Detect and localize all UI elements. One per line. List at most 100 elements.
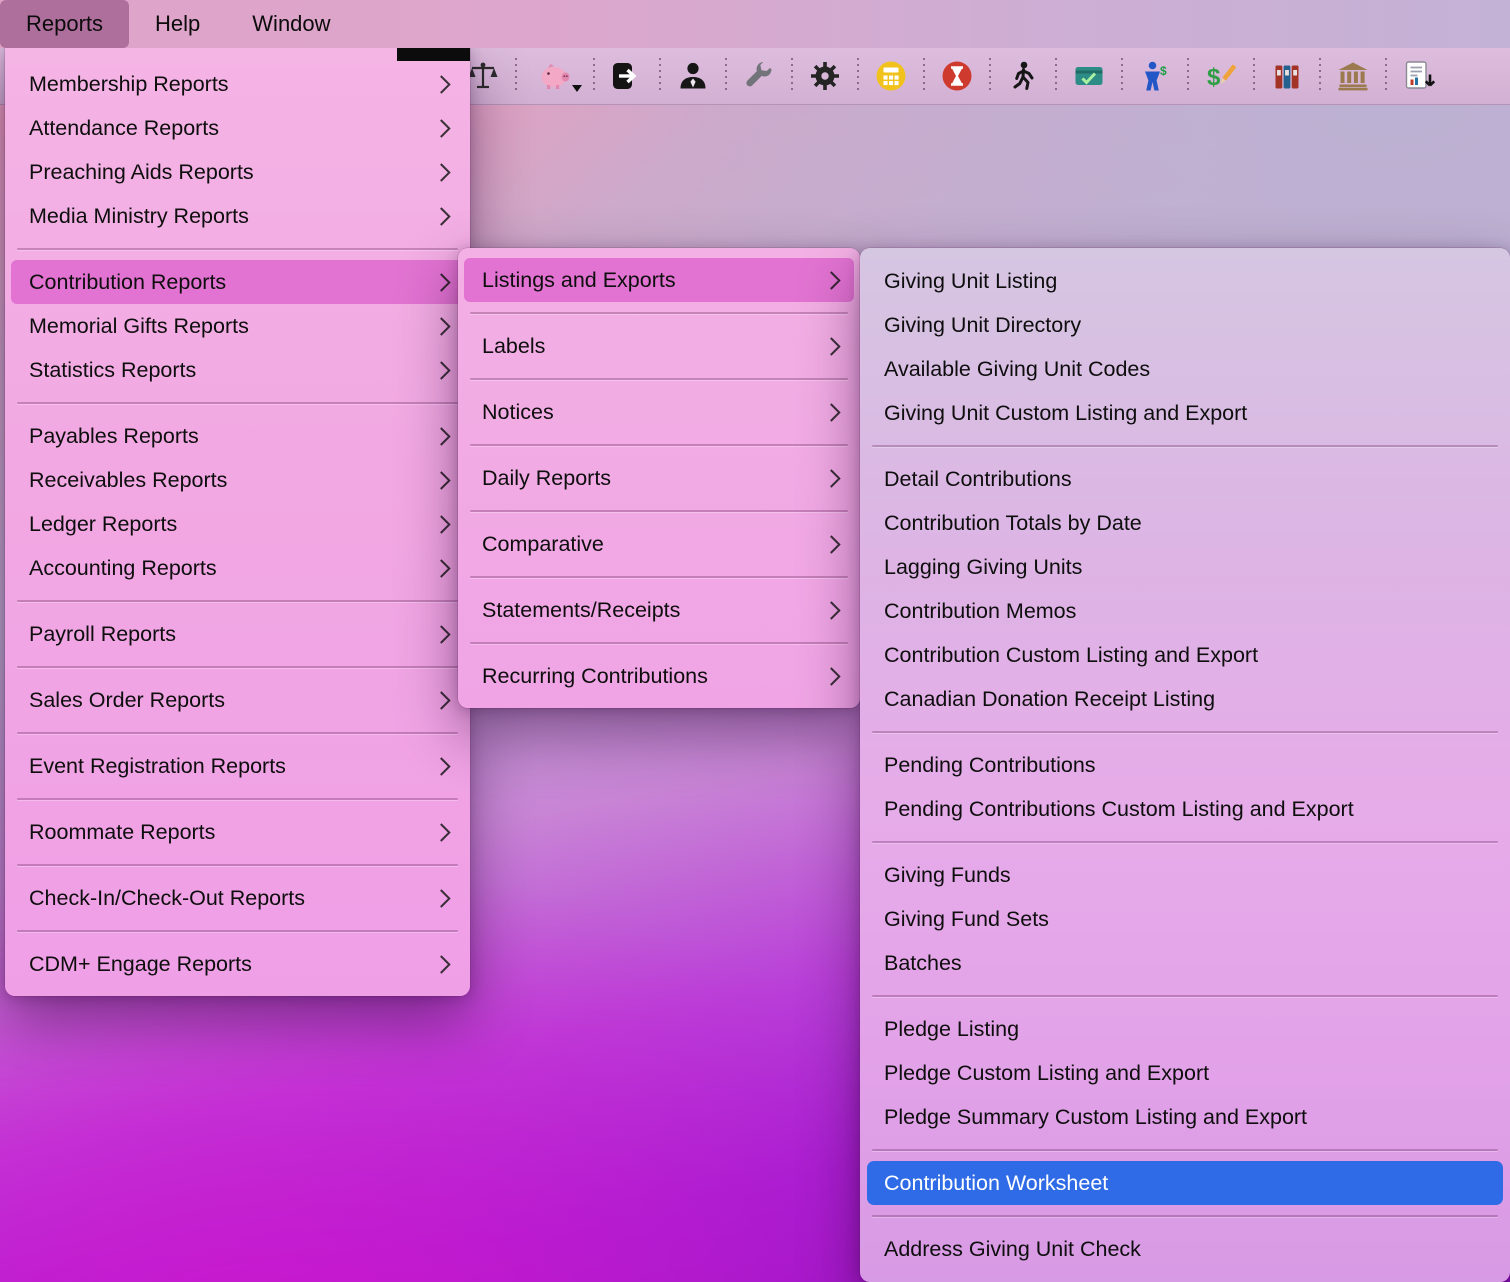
toolbar-button-walking-person[interactable] [998,53,1048,99]
menu-item-label: Batches [884,951,962,976]
menu-item-batches[interactable]: Batches [860,941,1510,985]
menu-item-label: Address Giving Unit Check [884,1237,1141,1262]
dollar-pencil-icon: $ [1205,60,1237,92]
menu-item-pledge-custom-listing-and-export[interactable]: Pledge Custom Listing and Export [860,1051,1510,1095]
menu-item-contribution-custom-listing-and-export[interactable]: Contribution Custom Listing and Export [860,633,1510,677]
menu-item-giving-fund-sets[interactable]: Giving Fund Sets [860,897,1510,941]
toolbar-button-person-dollar[interactable]: $ [1130,53,1180,99]
toolbar-divider [593,58,595,94]
toolbar-button-exit[interactable] [602,53,652,99]
piggy-bank-icon [539,60,571,92]
menu-item-label: Giving Unit Directory [884,313,1081,338]
toolbar-button-wrench[interactable] [734,53,784,99]
submenu-chevron-icon [822,271,840,289]
toolbar-button-hourglass[interactable] [932,53,982,99]
menu-item-giving-unit-directory[interactable]: Giving Unit Directory [860,303,1510,347]
menu-separator [872,995,1498,997]
submenu-chevron-icon [822,337,840,355]
menu-item-comparative[interactable]: Comparative [458,522,860,566]
menu-item-preaching-aids-reports[interactable]: Preaching Aids Reports [5,150,470,194]
reports-menu: Membership ReportsAttendance ReportsPrea… [5,48,470,996]
menu-separator [17,402,458,404]
menu-item-pending-contributions-custom-listing-and-export[interactable]: Pending Contributions Custom Listing and… [860,787,1510,831]
menu-item-recurring-contributions[interactable]: Recurring Contributions [458,654,860,698]
menu-item-label: Contribution Memos [884,599,1076,624]
menu-item-check-in-check-out-reports[interactable]: Check-In/Check-Out Reports [5,876,470,920]
menu-item-contribution-totals-by-date[interactable]: Contribution Totals by Date [860,501,1510,545]
toolbar-button-report-export[interactable] [1394,53,1444,99]
menu-separator [17,732,458,734]
menu-item-label: Pledge Listing [884,1017,1019,1042]
toolbar-button-dollar-pencil[interactable]: $ [1196,53,1246,99]
menu-item-label: Check-In/Check-Out Reports [29,886,305,911]
toolbar-button-calculator[interactable] [866,53,916,99]
menu-item-pledge-summary-custom-listing-and-export[interactable]: Pledge Summary Custom Listing and Export [860,1095,1510,1139]
menubar-item-window[interactable]: Window [226,0,356,48]
menu-item-statements-receipts[interactable]: Statements/Receipts [458,588,860,632]
menu-item-label: Contribution Reports [29,270,226,295]
menu-item-ledger-reports[interactable]: Ledger Reports [5,502,470,546]
menubar-item-help[interactable]: Help [129,0,226,48]
menu-item-giving-unit-custom-listing-and-export[interactable]: Giving Unit Custom Listing and Export [860,391,1510,435]
menu-item-pledge-listing[interactable]: Pledge Listing [860,1007,1510,1051]
toolbar-button-piggy-bank[interactable] [524,53,586,99]
menu-item-sales-order-reports[interactable]: Sales Order Reports [5,678,470,722]
menu-separator [17,864,458,866]
menu-item-canadian-donation-receipt-listing[interactable]: Canadian Donation Receipt Listing [860,677,1510,721]
menu-separator [17,666,458,668]
toolbar-button-binders[interactable] [1262,53,1312,99]
toolbar-button-bank[interactable] [1328,53,1378,99]
menu-item-contribution-worksheet[interactable]: Contribution Worksheet [867,1161,1503,1205]
exit-icon [611,60,643,92]
toolbar-button-gear[interactable] [800,53,850,99]
toolbar-button-check-card[interactable] [1064,53,1114,99]
toolbar-button-person[interactable] [668,53,718,99]
menu-item-address-giving-unit-check[interactable]: Address Giving Unit Check [860,1227,1510,1271]
menu-item-detail-contributions[interactable]: Detail Contributions [860,457,1510,501]
menu-item-event-registration-reports[interactable]: Event Registration Reports [5,744,470,788]
menu-item-contribution-memos[interactable]: Contribution Memos [860,589,1510,633]
menu-item-label: Giving Fund Sets [884,907,1049,932]
menu-item-payroll-reports[interactable]: Payroll Reports [5,612,470,656]
menu-item-payables-reports[interactable]: Payables Reports [5,414,470,458]
menu-item-giving-funds[interactable]: Giving Funds [860,853,1510,897]
menubar-item-reports[interactable]: Reports [0,0,129,48]
menu-item-listings-and-exports[interactable]: Listings and Exports [464,258,854,302]
menu-item-receivables-reports[interactable]: Receivables Reports [5,458,470,502]
submenu-chevron-icon [432,757,450,775]
menu-item-lagging-giving-units[interactable]: Lagging Giving Units [860,545,1510,589]
menu-item-daily-reports[interactable]: Daily Reports [458,456,860,500]
submenu-chevron-icon [432,471,450,489]
toolbar-divider [923,58,925,94]
menu-item-media-ministry-reports[interactable]: Media Ministry Reports [5,194,470,238]
menu-item-notices[interactable]: Notices [458,390,860,434]
menu-separator [872,841,1498,843]
menu-separator [872,1215,1498,1217]
menu-item-cdmplus-engage-reports[interactable]: CDM+ Engage Reports [5,942,470,986]
toolbar-divider [515,58,517,94]
menu-bar: ReportsHelpWindow [0,0,1510,48]
menu-item-statistics-reports[interactable]: Statistics Reports [5,348,470,392]
toolbar-divider [659,58,661,94]
menu-item-label: Media Ministry Reports [29,204,249,229]
menu-item-contribution-reports[interactable]: Contribution Reports [11,260,464,304]
menu-item-available-giving-unit-codes[interactable]: Available Giving Unit Codes [860,347,1510,391]
menu-item-roommate-reports[interactable]: Roommate Reports [5,810,470,854]
scales-icon [467,60,499,92]
menu-item-pending-contributions[interactable]: Pending Contributions [860,743,1510,787]
menu-item-accounting-reports[interactable]: Accounting Reports [5,546,470,590]
submenu-chevron-icon [822,601,840,619]
menu-item-attendance-reports[interactable]: Attendance Reports [5,106,470,150]
menu-item-label: Statistics Reports [29,358,196,383]
menu-separator [17,930,458,932]
menu-separator [872,731,1498,733]
menu-item-giving-unit-listing[interactable]: Giving Unit Listing [860,259,1510,303]
menu-item-membership-reports[interactable]: Membership Reports [5,62,470,106]
menu-item-label: Detail Contributions [884,467,1072,492]
wrench-icon [743,60,775,92]
svg-text:$: $ [1207,64,1221,91]
menu-item-memorial-gifts-reports[interactable]: Memorial Gifts Reports [5,304,470,348]
person-dollar-icon: $ [1139,60,1171,92]
menu-item-labels[interactable]: Labels [458,324,860,368]
toolbar-divider [1253,58,1255,94]
